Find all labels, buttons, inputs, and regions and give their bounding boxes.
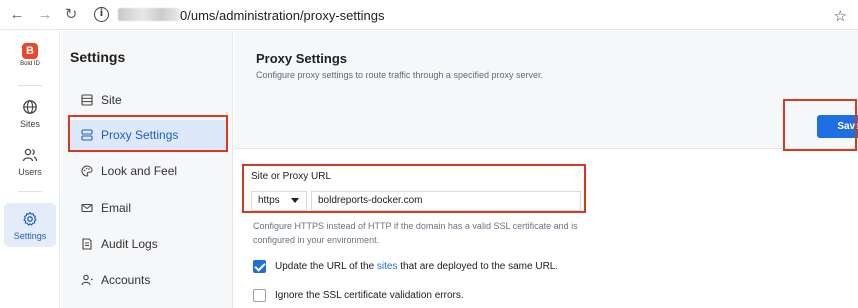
rail-item-sites[interactable]: Sites	[0, 99, 60, 129]
page-subtitle: Configure proxy settings to route traffi…	[256, 70, 543, 80]
back-icon[interactable]: ←	[8, 6, 26, 24]
menu-item-accounts[interactable]: Accounts	[70, 265, 227, 295]
settings-title: Settings	[70, 49, 126, 65]
address-bar[interactable]: i 0/ums/administration/proxy-settings ☆	[88, 2, 853, 28]
page-header: Proxy Settings Configure proxy settings …	[234, 31, 858, 149]
bookmark-star-icon[interactable]: ☆	[834, 7, 847, 25]
ignore-ssl-checkbox[interactable]	[253, 289, 266, 302]
menu-label-email: Email	[101, 201, 132, 215]
reload-icon[interactable]: ↻	[62, 6, 80, 24]
app-rail: B Bold ID Sites Users Settings	[0, 31, 60, 308]
menu-item-look-and-feel[interactable]: Look and Feel	[70, 156, 227, 186]
rail-label-users: Users	[18, 167, 42, 177]
palette-icon	[81, 165, 93, 177]
rail-label-settings: Settings	[13, 231, 47, 241]
bold-id-logo[interactable]: B	[22, 43, 38, 59]
ignore-ssl-option: Ignore the SSL certificate validation er…	[253, 289, 464, 302]
highlight-url-field	[242, 164, 586, 213]
menu-item-audit-logs[interactable]: Audit Logs	[70, 229, 227, 259]
update-sites-label-prefix: Update the URL of the	[275, 261, 377, 272]
url-path: 0/ums/administration/proxy-settings	[180, 8, 385, 23]
gear-icon	[23, 211, 37, 226]
update-sites-option: Update the URL of the sites that are dep…	[253, 260, 558, 273]
browser-toolbar: ← → ↻ i 0/ums/administration/proxy-setti…	[0, 0, 858, 30]
rail-divider	[18, 191, 42, 192]
globe-icon	[23, 100, 37, 114]
rail-label-sites: Sites	[19, 119, 40, 129]
settings-sidebar: Settings Site Proxy Settings Look and Fe…	[61, 31, 233, 308]
sites-link[interactable]: sites	[377, 261, 398, 272]
update-sites-label-suffix: that are deployed to the same URL.	[397, 261, 559, 272]
rail-item-users[interactable]: Users	[0, 147, 60, 177]
https-helper-text: Configure HTTPS instead of HTTP if the d…	[253, 221, 578, 245]
redacted-host	[118, 8, 180, 21]
menu-label-accounts: Accounts	[101, 273, 151, 287]
forward-icon[interactable]: →	[36, 6, 54, 24]
menu-item-email[interactable]: Email	[70, 193, 227, 223]
menu-label-look-and-feel: Look and Feel	[101, 164, 178, 178]
highlight-save-button	[783, 99, 857, 151]
site-info-icon[interactable]: i	[94, 7, 109, 22]
mail-icon	[81, 203, 93, 213]
menu-label-site: Site	[101, 93, 122, 107]
highlight-proxy-menu	[68, 115, 228, 152]
rail-divider	[18, 85, 42, 86]
audit-icon	[82, 238, 92, 250]
users-icon	[22, 148, 38, 162]
rail-item-settings[interactable]: Settings	[0, 211, 60, 241]
accounts-icon	[81, 274, 93, 286]
logo-text: Bold ID	[20, 61, 40, 67]
update-sites-checkbox[interactable]	[253, 260, 266, 273]
menu-label-audit-logs: Audit Logs	[101, 237, 158, 251]
ignore-ssl-label: Ignore the SSL certificate validation er…	[275, 290, 464, 301]
menu-item-site[interactable]: Site	[70, 85, 227, 115]
page-title: Proxy Settings	[256, 51, 348, 66]
site-icon	[81, 94, 93, 106]
